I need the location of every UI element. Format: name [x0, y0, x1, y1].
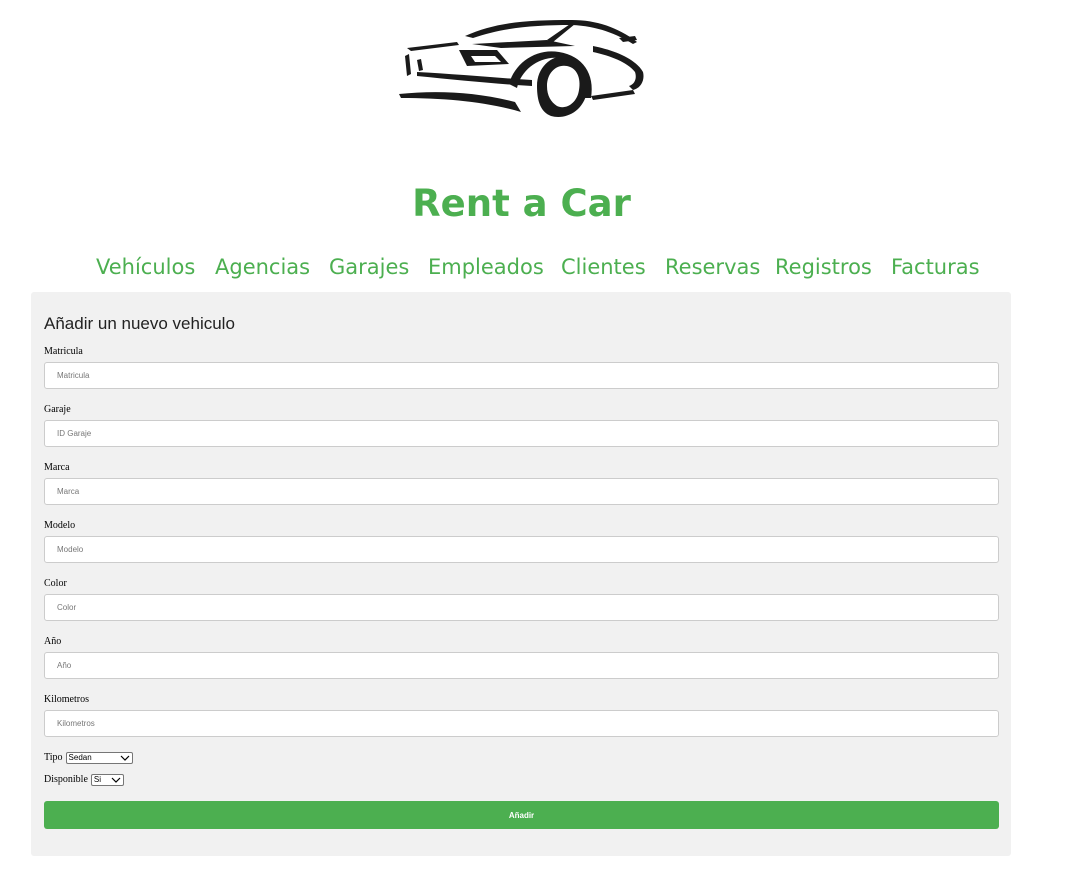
marca-input[interactable]	[44, 478, 999, 505]
ano-input[interactable]	[44, 652, 999, 679]
tipo-selected-value: Sedan	[68, 753, 92, 762]
nav-item-empleados[interactable]: Empleados	[428, 252, 544, 282]
nav-item-agencias[interactable]: Agencias	[215, 252, 310, 282]
kilometros-input[interactable]	[44, 710, 999, 737]
nav-item-garajes[interactable]: Garajes	[329, 252, 409, 282]
kilometros-label: Kilometros	[44, 694, 89, 705]
garaje-label: Garaje	[44, 404, 71, 415]
chevron-down-icon	[120, 755, 129, 761]
disponible-row: Disponible Si	[44, 773, 124, 787]
tipo-row: Tipo Sedan	[44, 751, 133, 765]
disponible-selected-value: Si	[93, 775, 102, 784]
chevron-down-icon	[111, 777, 121, 783]
car-logo-icon	[399, 20, 644, 117]
modelo-label: Modelo	[44, 520, 76, 531]
main-nav: Vehículos Agencias Garajes Empleados Cli…	[0, 252, 1066, 284]
nav-item-clientes[interactable]: Clientes	[561, 252, 646, 282]
disponible-select[interactable]: Si	[90, 774, 124, 786]
color-input[interactable]	[44, 594, 999, 621]
nav-item-vehiculos[interactable]: Vehículos	[96, 252, 195, 282]
modelo-input[interactable]	[44, 536, 999, 563]
add-vehicle-form-panel: Añadir un nuevo vehiculo Matricula Garaj…	[31, 292, 1011, 856]
disponible-label: Disponible	[44, 774, 88, 785]
garaje-input[interactable]	[44, 420, 999, 447]
site-title: Rent a Car	[412, 182, 631, 225]
nav-item-reservas[interactable]: Reservas	[665, 252, 760, 282]
form-title: Añadir un nuevo vehiculo	[44, 314, 235, 333]
marca-label: Marca	[44, 462, 70, 473]
matricula-input[interactable]	[44, 362, 999, 389]
matricula-label: Matricula	[44, 346, 83, 357]
add-vehicle-button[interactable]: Añadir	[44, 801, 999, 829]
tipo-select[interactable]: Sedan	[65, 752, 133, 764]
ano-label: Año	[44, 636, 62, 647]
color-label: Color	[44, 578, 67, 589]
nav-item-facturas[interactable]: Facturas	[891, 252, 980, 282]
tipo-label: Tipo	[44, 752, 63, 763]
nav-item-registros[interactable]: Registros	[775, 252, 872, 282]
